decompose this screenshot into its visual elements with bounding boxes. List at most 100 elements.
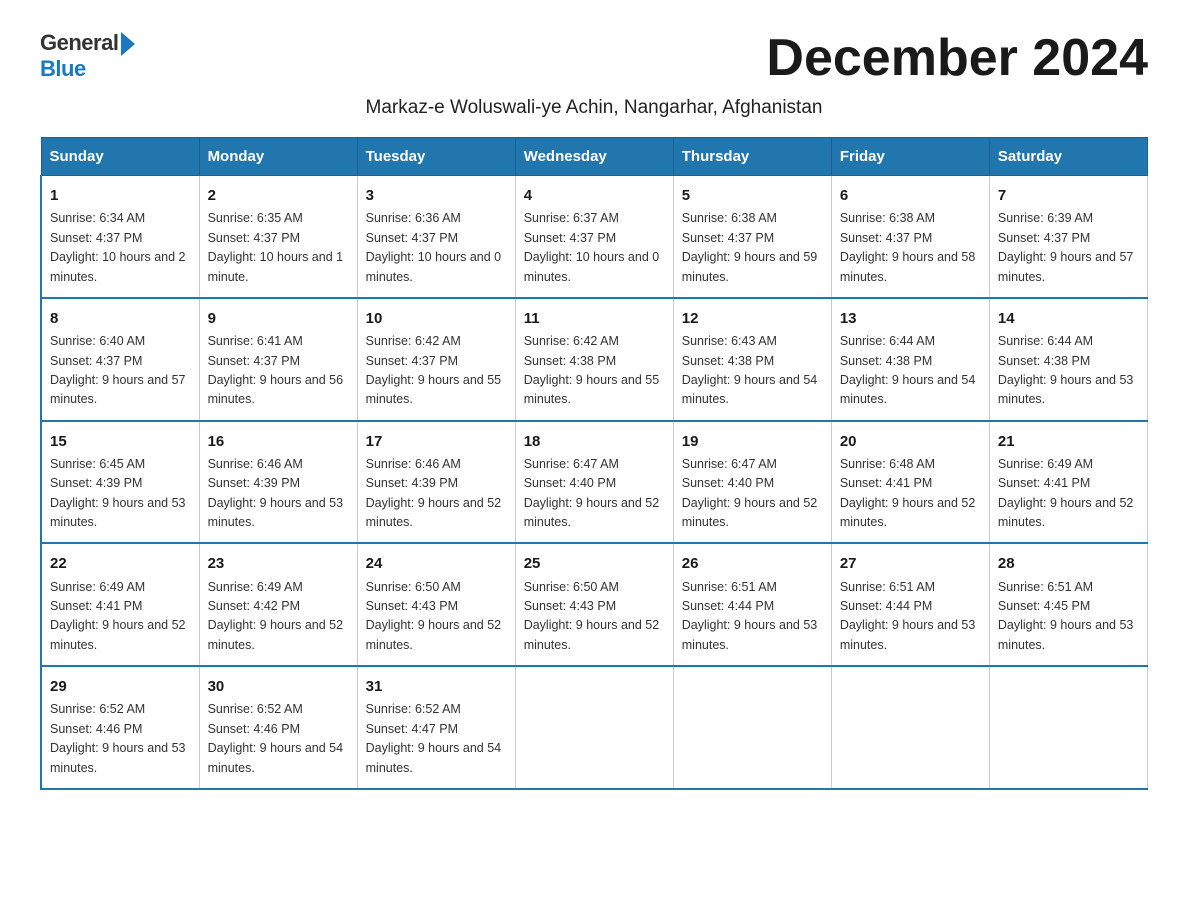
day-number: 15 [50, 430, 191, 453]
day-info: Sunrise: 6:44 AMSunset: 4:38 PMDaylight:… [840, 334, 976, 406]
table-row: 4 Sunrise: 6:37 AMSunset: 4:37 PMDayligh… [515, 176, 673, 298]
day-number: 13 [840, 307, 981, 330]
day-info: Sunrise: 6:37 AMSunset: 4:37 PMDaylight:… [524, 211, 660, 283]
table-row: 19 Sunrise: 6:47 AMSunset: 4:40 PMDaylig… [673, 421, 831, 544]
day-info: Sunrise: 6:52 AMSunset: 4:46 PMDaylight:… [208, 702, 344, 774]
table-row: 17 Sunrise: 6:46 AMSunset: 4:39 PMDaylig… [357, 421, 515, 544]
day-number: 17 [366, 430, 507, 453]
table-row: 1 Sunrise: 6:34 AMSunset: 4:37 PMDayligh… [41, 176, 199, 298]
table-row: 8 Sunrise: 6:40 AMSunset: 4:37 PMDayligh… [41, 298, 199, 421]
day-number: 5 [682, 184, 823, 207]
day-info: Sunrise: 6:46 AMSunset: 4:39 PMDaylight:… [208, 457, 344, 529]
day-number: 26 [682, 552, 823, 575]
table-row [673, 666, 831, 789]
table-row: 10 Sunrise: 6:42 AMSunset: 4:37 PMDaylig… [357, 298, 515, 421]
day-number: 27 [840, 552, 981, 575]
day-info: Sunrise: 6:51 AMSunset: 4:44 PMDaylight:… [840, 580, 976, 652]
table-row: 27 Sunrise: 6:51 AMSunset: 4:44 PMDaylig… [831, 543, 989, 666]
day-number: 30 [208, 675, 349, 698]
day-info: Sunrise: 6:42 AMSunset: 4:38 PMDaylight:… [524, 334, 660, 406]
table-row: 11 Sunrise: 6:42 AMSunset: 4:38 PMDaylig… [515, 298, 673, 421]
day-number: 1 [50, 184, 191, 207]
day-info: Sunrise: 6:52 AMSunset: 4:47 PMDaylight:… [366, 702, 502, 774]
logo-text-general: General [40, 30, 118, 56]
table-row: 15 Sunrise: 6:45 AMSunset: 4:39 PMDaylig… [41, 421, 199, 544]
day-number: 21 [998, 430, 1139, 453]
table-row: 18 Sunrise: 6:47 AMSunset: 4:40 PMDaylig… [515, 421, 673, 544]
day-info: Sunrise: 6:50 AMSunset: 4:43 PMDaylight:… [366, 580, 502, 652]
day-number: 14 [998, 307, 1139, 330]
day-info: Sunrise: 6:51 AMSunset: 4:45 PMDaylight:… [998, 580, 1134, 652]
day-number: 24 [366, 552, 507, 575]
day-number: 22 [50, 552, 191, 575]
table-row: 5 Sunrise: 6:38 AMSunset: 4:37 PMDayligh… [673, 176, 831, 298]
day-info: Sunrise: 6:41 AMSunset: 4:37 PMDaylight:… [208, 334, 344, 406]
table-row: 29 Sunrise: 6:52 AMSunset: 4:46 PMDaylig… [41, 666, 199, 789]
header-monday: Monday [199, 138, 357, 176]
logo-text-blue: Blue [40, 56, 86, 81]
table-row: 13 Sunrise: 6:44 AMSunset: 4:38 PMDaylig… [831, 298, 989, 421]
day-info: Sunrise: 6:44 AMSunset: 4:38 PMDaylight:… [998, 334, 1134, 406]
day-number: 12 [682, 307, 823, 330]
day-info: Sunrise: 6:35 AMSunset: 4:37 PMDaylight:… [208, 211, 344, 283]
day-number: 28 [998, 552, 1139, 575]
day-info: Sunrise: 6:47 AMSunset: 4:40 PMDaylight:… [524, 457, 660, 529]
day-info: Sunrise: 6:45 AMSunset: 4:39 PMDaylight:… [50, 457, 186, 529]
day-number: 8 [50, 307, 191, 330]
day-info: Sunrise: 6:49 AMSunset: 4:41 PMDaylight:… [50, 580, 186, 652]
day-info: Sunrise: 6:43 AMSunset: 4:38 PMDaylight:… [682, 334, 818, 406]
table-row: 30 Sunrise: 6:52 AMSunset: 4:46 PMDaylig… [199, 666, 357, 789]
day-number: 20 [840, 430, 981, 453]
page-header: General Blue December 2024 [40, 30, 1148, 87]
table-row: 24 Sunrise: 6:50 AMSunset: 4:43 PMDaylig… [357, 543, 515, 666]
day-info: Sunrise: 6:46 AMSunset: 4:39 PMDaylight:… [366, 457, 502, 529]
day-number: 18 [524, 430, 665, 453]
table-row: 20 Sunrise: 6:48 AMSunset: 4:41 PMDaylig… [831, 421, 989, 544]
logo: General Blue [40, 30, 135, 82]
header-tuesday: Tuesday [357, 138, 515, 176]
day-info: Sunrise: 6:39 AMSunset: 4:37 PMDaylight:… [998, 211, 1134, 283]
table-row: 2 Sunrise: 6:35 AMSunset: 4:37 PMDayligh… [199, 176, 357, 298]
day-info: Sunrise: 6:51 AMSunset: 4:44 PMDaylight:… [682, 580, 818, 652]
location-subtitle: Markaz-e Woluswali-ye Achin, Nangarhar, … [40, 97, 1148, 119]
day-number: 4 [524, 184, 665, 207]
calendar-header: Sunday Monday Tuesday Wednesday Thursday… [41, 138, 1148, 176]
day-info: Sunrise: 6:49 AMSunset: 4:41 PMDaylight:… [998, 457, 1134, 529]
day-number: 25 [524, 552, 665, 575]
table-row: 16 Sunrise: 6:46 AMSunset: 4:39 PMDaylig… [199, 421, 357, 544]
table-row: 28 Sunrise: 6:51 AMSunset: 4:45 PMDaylig… [989, 543, 1147, 666]
day-info: Sunrise: 6:38 AMSunset: 4:37 PMDaylight:… [682, 211, 818, 283]
calendar-body: 1 Sunrise: 6:34 AMSunset: 4:37 PMDayligh… [41, 176, 1148, 789]
table-row: 9 Sunrise: 6:41 AMSunset: 4:37 PMDayligh… [199, 298, 357, 421]
header-wednesday: Wednesday [515, 138, 673, 176]
day-number: 9 [208, 307, 349, 330]
header-saturday: Saturday [989, 138, 1147, 176]
day-info: Sunrise: 6:47 AMSunset: 4:40 PMDaylight:… [682, 457, 818, 529]
day-number: 10 [366, 307, 507, 330]
table-row: 21 Sunrise: 6:49 AMSunset: 4:41 PMDaylig… [989, 421, 1147, 544]
table-row: 23 Sunrise: 6:49 AMSunset: 4:42 PMDaylig… [199, 543, 357, 666]
day-number: 23 [208, 552, 349, 575]
table-row: 31 Sunrise: 6:52 AMSunset: 4:47 PMDaylig… [357, 666, 515, 789]
calendar-table: Sunday Monday Tuesday Wednesday Thursday… [40, 137, 1148, 790]
day-number: 7 [998, 184, 1139, 207]
day-info: Sunrise: 6:49 AMSunset: 4:42 PMDaylight:… [208, 580, 344, 652]
day-number: 6 [840, 184, 981, 207]
table-row: 14 Sunrise: 6:44 AMSunset: 4:38 PMDaylig… [989, 298, 1147, 421]
table-row [831, 666, 989, 789]
month-title: December 2024 [766, 30, 1148, 87]
table-row: 6 Sunrise: 6:38 AMSunset: 4:37 PMDayligh… [831, 176, 989, 298]
table-row: 7 Sunrise: 6:39 AMSunset: 4:37 PMDayligh… [989, 176, 1147, 298]
header-sunday: Sunday [41, 138, 199, 176]
table-row: 26 Sunrise: 6:51 AMSunset: 4:44 PMDaylig… [673, 543, 831, 666]
day-info: Sunrise: 6:42 AMSunset: 4:37 PMDaylight:… [366, 334, 502, 406]
day-info: Sunrise: 6:50 AMSunset: 4:43 PMDaylight:… [524, 580, 660, 652]
day-info: Sunrise: 6:48 AMSunset: 4:41 PMDaylight:… [840, 457, 976, 529]
logo-triangle-icon [121, 32, 135, 56]
table-row: 22 Sunrise: 6:49 AMSunset: 4:41 PMDaylig… [41, 543, 199, 666]
table-row: 12 Sunrise: 6:43 AMSunset: 4:38 PMDaylig… [673, 298, 831, 421]
day-number: 16 [208, 430, 349, 453]
day-number: 31 [366, 675, 507, 698]
header-thursday: Thursday [673, 138, 831, 176]
day-number: 11 [524, 307, 665, 330]
